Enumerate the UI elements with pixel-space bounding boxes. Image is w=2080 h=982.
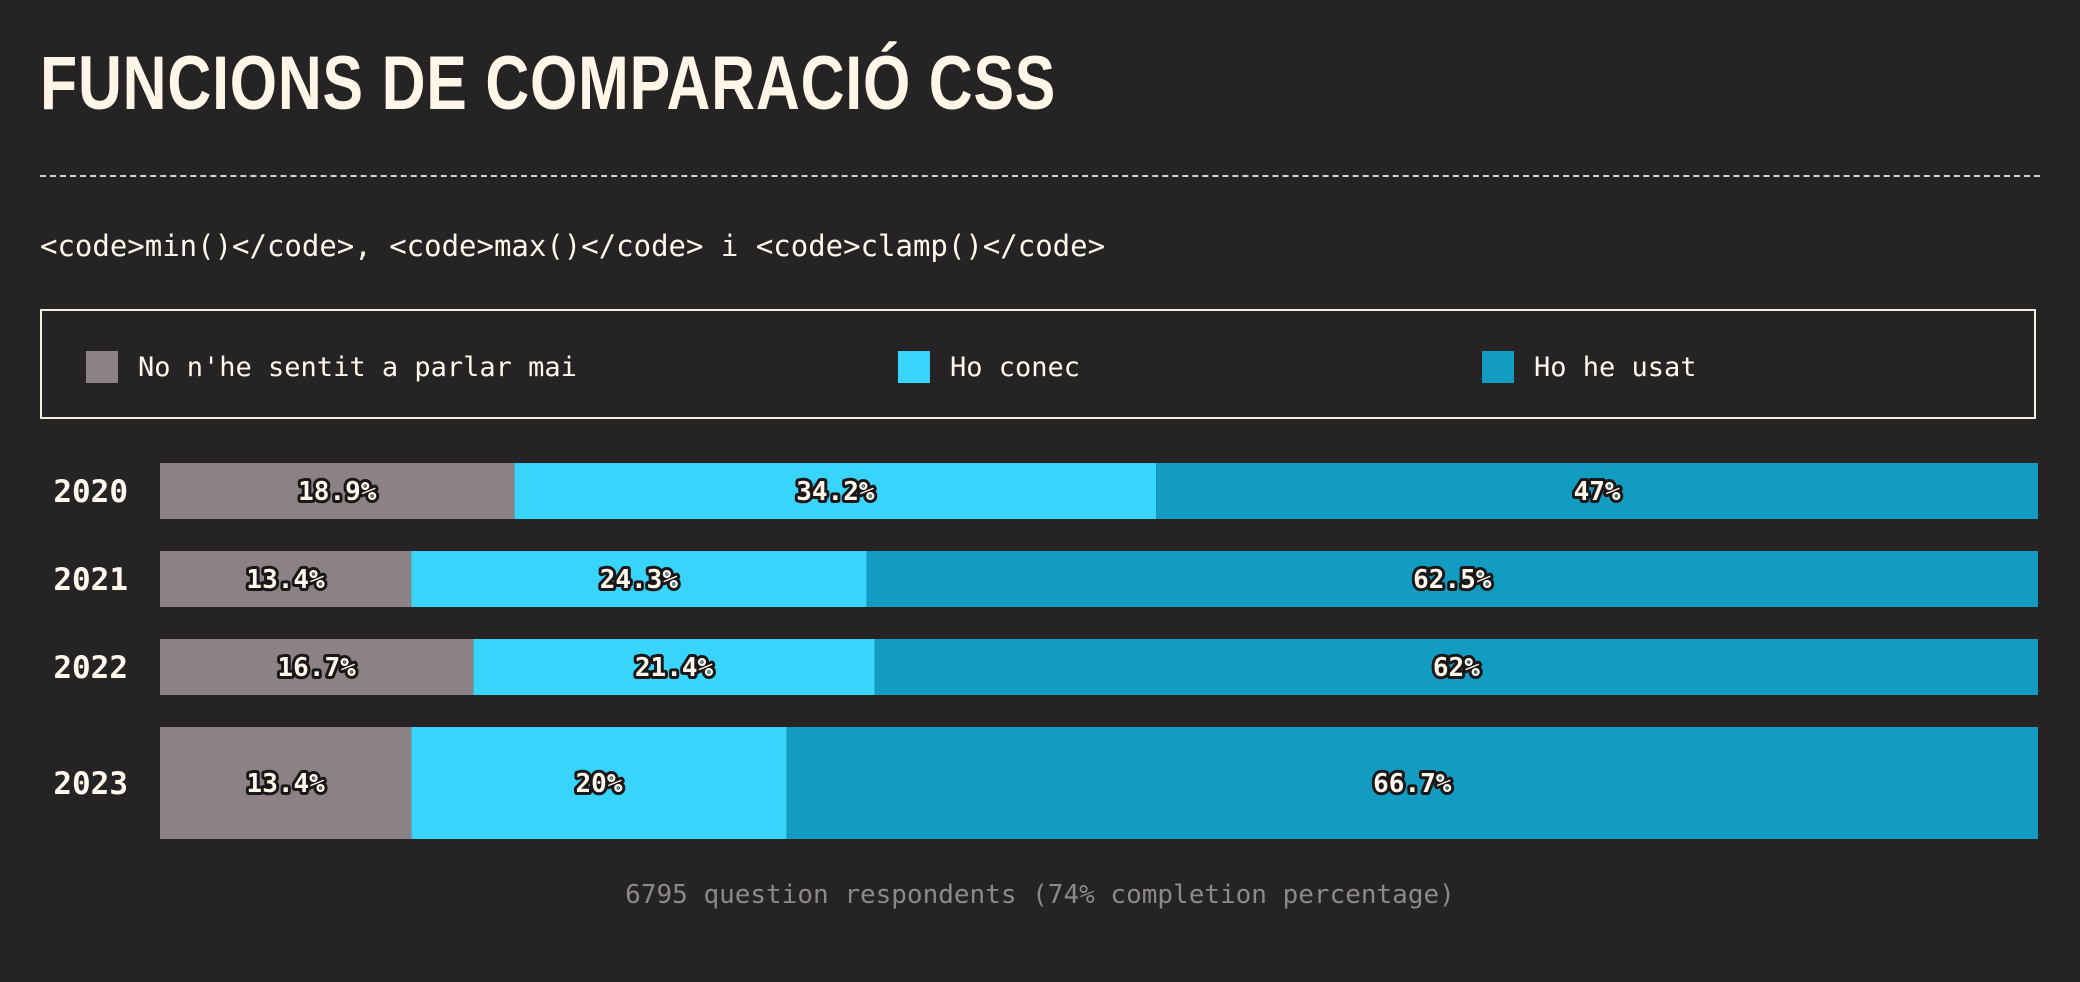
bar-label-2021-used-it: 62.5%	[1413, 565, 1492, 595]
bar-2022-know-it[interactable]	[473, 639, 875, 695]
bar-label-2021-never-heard: 13.4%	[246, 565, 325, 595]
bar-2021-used-it[interactable]	[866, 551, 2038, 607]
legend-swatch-used-it	[1482, 351, 1514, 383]
year-label-2022: 2022	[53, 650, 128, 686]
bar-label-2020-used-it: 47%	[1574, 477, 1621, 507]
bar-label-2022-used-it: 62%	[1433, 653, 1480, 683]
legend-label-know-it: Ho conec	[950, 351, 1081, 383]
year-label-2020: 2020	[53, 474, 128, 510]
bar-label-2021-know-it: 24.3%	[600, 565, 679, 595]
bar-label-2020-never-heard: 18.9%	[298, 477, 377, 507]
bar-2020-never-heard[interactable]	[160, 463, 515, 519]
bar-label-2022-never-heard: 16.7%	[278, 653, 357, 683]
bar-label-2023-know-it: 20%	[576, 769, 623, 799]
chart-legend: No n'he sentit a parlar mai Ho conec Ho …	[40, 309, 2036, 419]
legend-swatch-never-heard	[86, 351, 118, 383]
bar-2021-know-it[interactable]	[411, 551, 867, 607]
year-label-2021: 2021	[53, 562, 128, 598]
legend-item-never-heard[interactable]: No n'he sentit a parlar mai	[86, 351, 577, 383]
legend-item-know-it[interactable]: Ho conec	[898, 351, 1080, 383]
legend-label-never-heard: No n'he sentit a parlar mai	[138, 351, 577, 383]
year-label-2023: 2023	[53, 766, 128, 802]
bar-2022-used-it[interactable]	[874, 639, 2038, 695]
bar-2022-never-heard[interactable]	[160, 639, 474, 695]
chart-subtitle: <code>min()</code>, <code>max()</code> i…	[40, 229, 1106, 263]
bar-2023-used-it[interactable]	[786, 727, 2038, 839]
respondents-note: 6795 question respondents (74% completio…	[625, 880, 1455, 910]
bar-2021-never-heard[interactable]	[160, 551, 412, 607]
bar-label-2020-know-it: 34.2%	[796, 477, 875, 507]
bar-2020-used-it[interactable]	[1156, 463, 2038, 519]
legend-item-used-it[interactable]: Ho he usat	[1482, 351, 1697, 383]
legend-swatch-know-it	[898, 351, 930, 383]
title-divider	[40, 175, 2040, 177]
bar-label-2022-know-it: 21.4%	[635, 653, 714, 683]
page-title: FUNCIONS DE COMPARACIÓ CSS	[40, 41, 1057, 126]
legend-label-used-it: Ho he usat	[1534, 351, 1697, 383]
bar-2023-never-heard[interactable]	[160, 727, 412, 839]
bar-label-2023-never-heard: 13.4%	[247, 769, 326, 799]
bar-label-2023-used-it: 66.7%	[1373, 769, 1452, 799]
bar-2020-know-it[interactable]	[514, 463, 1157, 519]
bar-2023-know-it[interactable]	[411, 727, 787, 839]
stacked-bar-chart: 2020 18.9% 34.2% 47% 2021 13.4% 24.3% 62.5% 2022…	[53, 463, 2038, 839]
